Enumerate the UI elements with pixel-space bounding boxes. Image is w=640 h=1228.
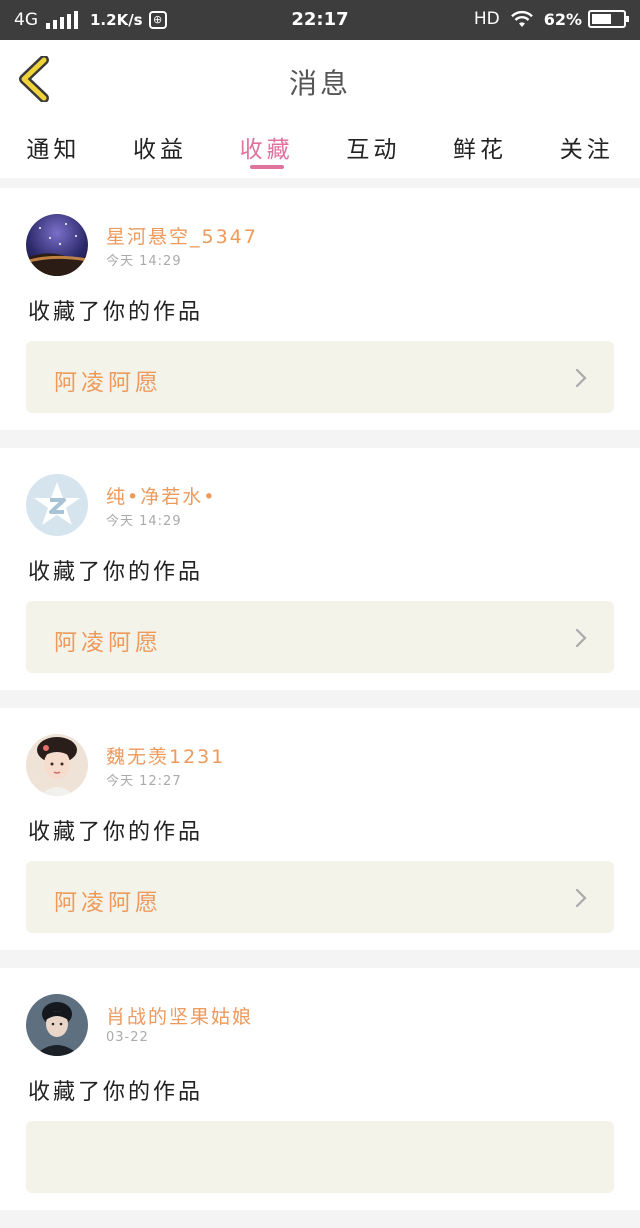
action-text: 收藏了你的作品	[28, 560, 204, 585]
username[interactable]: 星河悬空_5347	[106, 222, 258, 249]
work-link[interactable]: 阿凌阿愿	[26, 861, 614, 933]
work-link[interactable]	[26, 1121, 614, 1193]
timestamp: 03-22	[106, 1030, 149, 1045]
username[interactable]: 纯•净若水•	[106, 482, 216, 509]
galaxy-avatar[interactable]	[26, 214, 88, 276]
dark-portrait-avatar[interactable]	[26, 994, 88, 1056]
list-item: 星河悬空_5347 今天 14:29 收藏了你的作品 阿凌阿愿	[0, 188, 640, 430]
hd-indicator: HD	[473, 9, 500, 29]
chevron-right-icon	[575, 368, 587, 388]
work-link[interactable]: 阿凌阿愿	[26, 341, 614, 413]
timestamp: 今天 12:27	[106, 774, 182, 789]
qq-default-avatar[interactable]	[26, 474, 88, 536]
costume-girl-avatar[interactable]	[26, 734, 88, 796]
tab-label: 通知	[26, 137, 81, 163]
tab-following[interactable]: 关注	[533, 118, 640, 178]
timestamp: 今天 14:29	[106, 514, 182, 529]
action-text: 收藏了你的作品	[28, 820, 204, 845]
battery-icon	[588, 10, 629, 28]
tab-notifications[interactable]: 通知	[0, 118, 107, 178]
list-item: 魏无羡1231 今天 12:27 收藏了你的作品 阿凌阿愿	[0, 708, 640, 950]
battery-percent: 62%	[543, 9, 582, 29]
work-title: 阿凌阿愿	[54, 370, 162, 396]
tab-label: 收藏	[239, 137, 294, 163]
page-title: 消息	[288, 67, 351, 100]
tab-interactions[interactable]: 互动	[320, 118, 427, 178]
status-bar: 4G 1.2K/s ⊕ 22:17 HD 62%	[0, 0, 640, 40]
tab-bar: 通知 收益 收藏 互动 鲜花 关注	[0, 118, 640, 178]
nav-bar: 消息	[0, 40, 640, 118]
list-item: 纯•净若水• 今天 14:29 收藏了你的作品 阿凌阿愿	[0, 448, 640, 690]
tab-label: 关注	[559, 137, 614, 163]
message-feed: 星河悬空_5347 今天 14:29 收藏了你的作品 阿凌阿愿 纯•净若水• 今…	[0, 188, 640, 1228]
tab-label: 收益	[133, 137, 187, 163]
battery-fill	[592, 14, 611, 24]
work-title: 阿凌阿愿	[54, 630, 162, 656]
wifi-icon	[510, 10, 533, 27]
tab-label: 鲜花	[453, 137, 508, 163]
tab-earnings[interactable]: 收益	[107, 118, 214, 178]
active-tab-indicator	[249, 165, 284, 169]
chevron-right-icon	[575, 628, 587, 648]
action-text: 收藏了你的作品	[28, 1080, 204, 1105]
tab-label: 互动	[346, 137, 401, 163]
chevron-right-icon	[575, 888, 587, 908]
work-title: 阿凌阿愿	[54, 890, 162, 916]
action-text: 收藏了你的作品	[28, 300, 204, 325]
status-right: HD 62%	[473, 9, 629, 29]
username[interactable]: 肖战的坚果姑娘	[106, 1002, 253, 1029]
username[interactable]: 魏无羡1231	[106, 742, 225, 769]
timestamp: 今天 14:29	[106, 254, 182, 269]
tab-flowers[interactable]: 鲜花	[427, 118, 534, 178]
tab-favorites[interactable]: 收藏	[213, 118, 320, 178]
work-link[interactable]: 阿凌阿愿	[26, 601, 614, 673]
list-item: 肖战的坚果姑娘 03-22 收藏了你的作品	[0, 968, 640, 1210]
